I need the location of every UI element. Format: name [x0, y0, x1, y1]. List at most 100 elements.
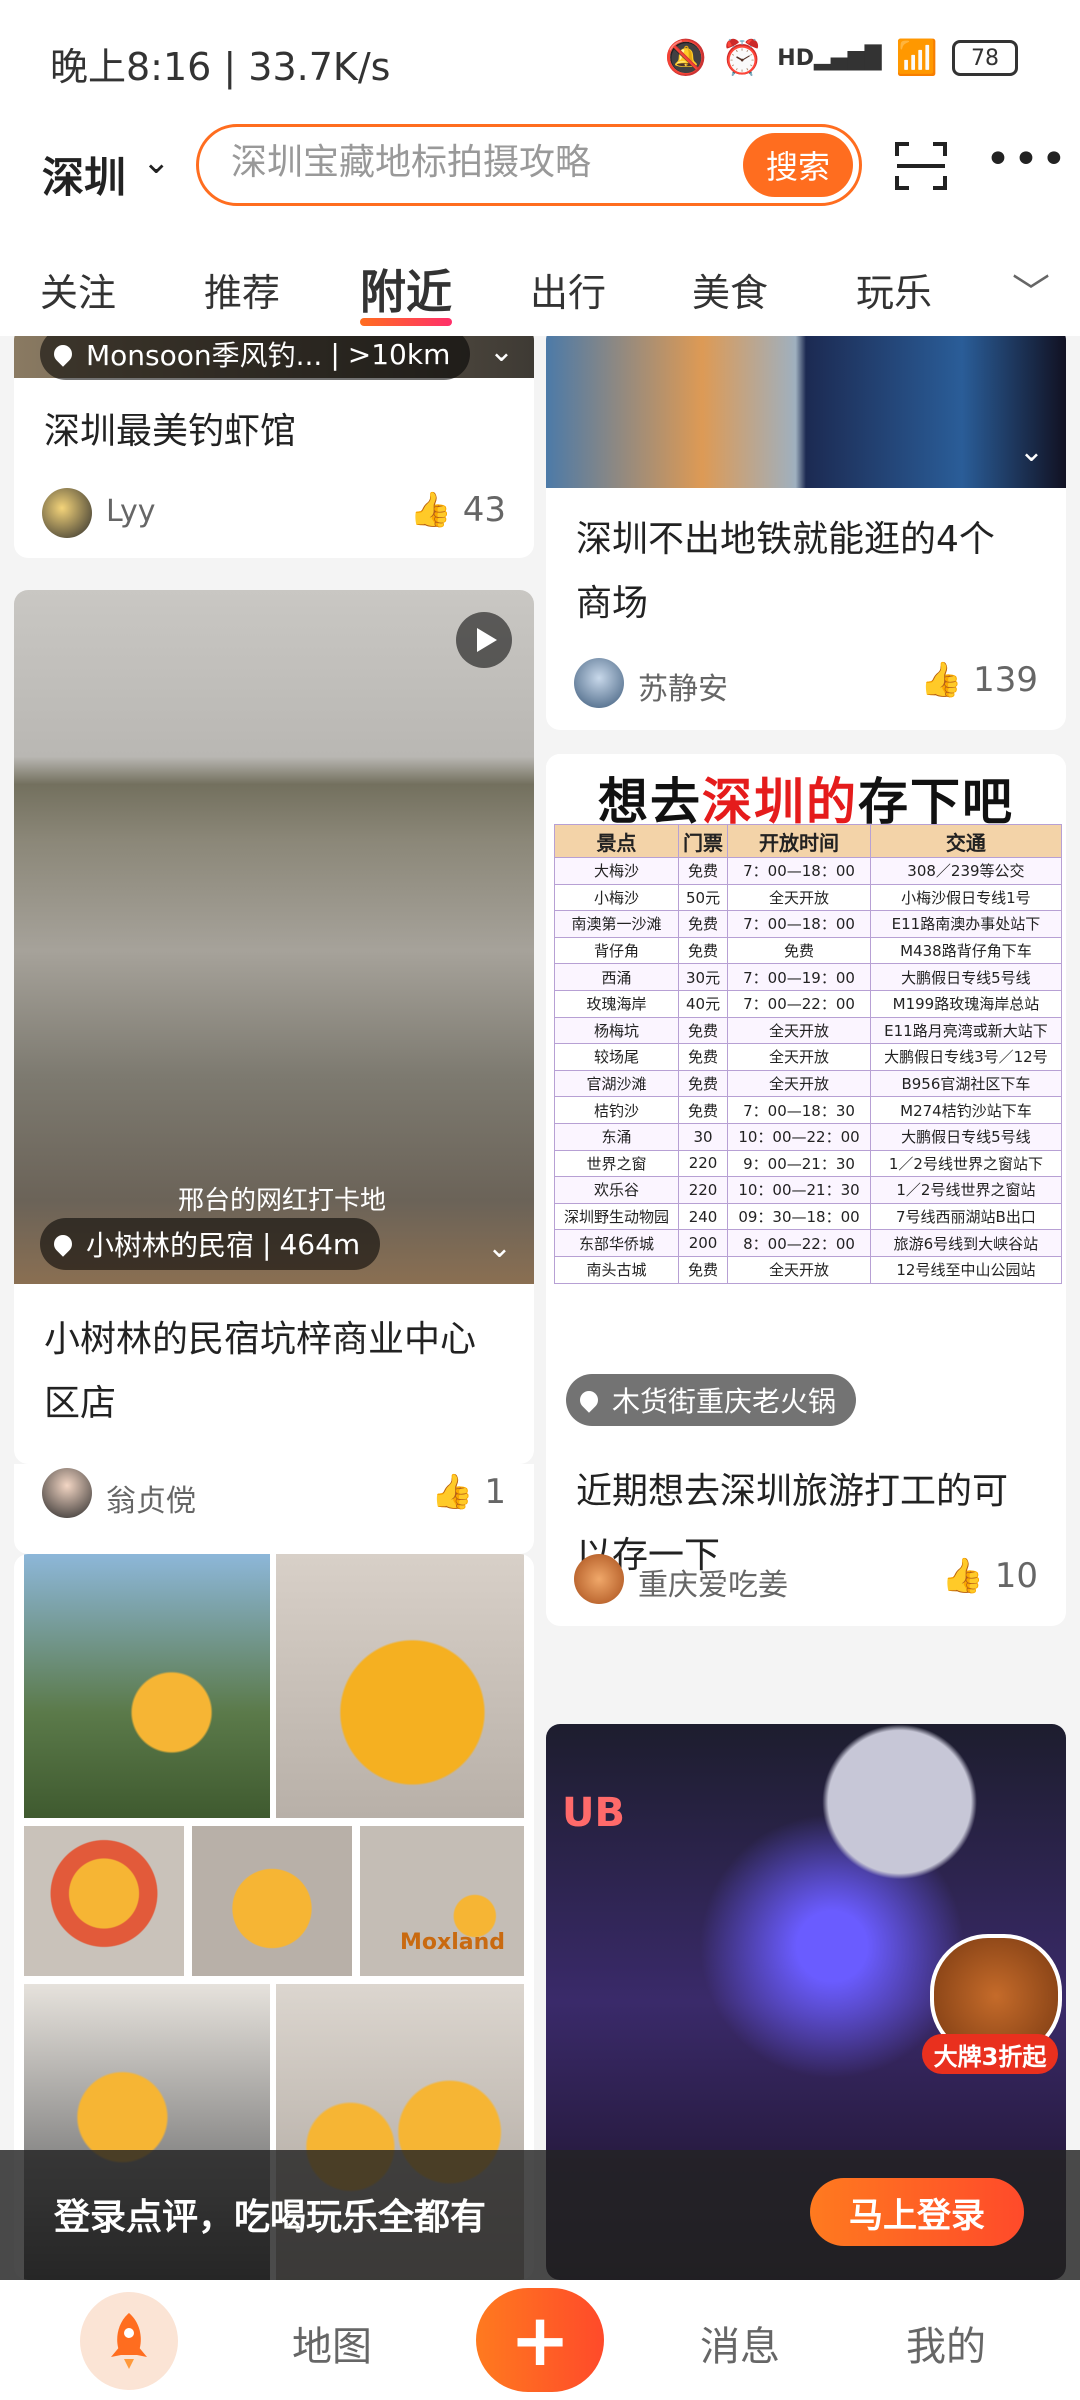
search-input[interactable]: 深圳宝藏地标拍摄攻略 — [231, 133, 591, 185]
plus-icon: + — [509, 2298, 571, 2382]
poster-table-cell: 小梅沙假日专线1号 — [869, 883, 1063, 912]
location-distance: >10km — [347, 337, 451, 371]
poster-table-cell: 小梅沙 — [554, 883, 679, 912]
thumbs-up-icon: 👍 — [919, 660, 963, 700]
poster-table-row: 较场尾 免费 全天开放 大鹏假日专线3号／12号 — [554, 1043, 1063, 1071]
poster-table-cell: 西涌 — [554, 963, 679, 991]
nav-map[interactable]: 地图 — [292, 2314, 372, 2372]
feed-card[interactable]: Monsoon季风钓... | >10km ⌄ 深圳最美钓虾馆 Lyy 👍 43 — [14, 336, 534, 558]
chevron-down-icon[interactable]: ⌄ — [142, 142, 171, 182]
poster-table-cell: 全天开放 — [727, 1255, 871, 1284]
location-tag: Monsoon季风钓... | >10km — [40, 336, 471, 380]
nav-mine[interactable]: 我的 — [906, 2314, 986, 2372]
poster-table-cell: 免费 — [677, 1096, 729, 1124]
username[interactable]: Lyy — [106, 494, 155, 529]
poster-table-cell: 欢乐谷 — [554, 1176, 679, 1204]
poster-table-cell: 旅游6号线到大峡谷站 — [869, 1229, 1063, 1257]
card-title: 深圳最美钓虾馆 — [44, 411, 297, 452]
poster-table-cell: M274桔钓沙站下车 — [869, 1096, 1063, 1124]
poster-table-cell: 7号线西丽湖站B出口 — [869, 1202, 1063, 1231]
chevron-down-icon[interactable]: ﹀ — [1012, 262, 1050, 317]
alarm-icon: ⏰ — [720, 38, 764, 78]
login-button[interactable]: 马上登录 — [810, 2178, 1024, 2246]
city-selector[interactable]: 深圳 — [42, 144, 126, 205]
mall-sign: Moxland — [400, 1930, 505, 1955]
poster-table-cell: 200 — [677, 1229, 729, 1257]
poster-table-cell: 30元 — [677, 963, 729, 991]
tab-travel[interactable]: 出行 — [530, 262, 606, 317]
poster-table-cell: 免费 — [677, 1069, 729, 1098]
tab-fun[interactable]: 玩乐 — [856, 262, 932, 317]
feed-card[interactable]: 邢台的网红打卡地 小树林的民宿 | 464m ⌄ 小树林的民宿坑梓商业中心 区店 — [14, 590, 534, 1464]
chevron-down-icon[interactable]: ⌄ — [489, 336, 514, 369]
poster-table: 景点 门票 开放时间 交通 大梅沙 免费 7：00—18：00 308／239等公交 小梅沙 5… — [554, 824, 1063, 1284]
tab-follow[interactable]: 关注 — [40, 262, 116, 317]
scan-icon[interactable] — [895, 140, 947, 192]
like-count[interactable]: 👍 139 — [920, 660, 1038, 700]
category-tabs: 关注 推荐 附近 出行 美食 玩乐 ﹀ — [0, 240, 1080, 336]
tab-recommend[interactable]: 推荐 — [204, 262, 280, 317]
poster-table-row: 南澳第一沙滩 免费 7：00—18：00 E11路南澳办事处站下 — [554, 910, 1063, 938]
signal-label: HD — [777, 45, 814, 71]
poster-table-cell: 220 — [677, 1176, 729, 1204]
top-bar: 晚上8:16 | 33.7K/s 🔕 ⏰ HD▂▄▆█ 📶 78 深圳 ⌄ 深圳… — [0, 0, 1080, 336]
poster-table-cell: 东部华侨城 — [554, 1229, 679, 1257]
like-count[interactable]: 👍 43 — [410, 490, 506, 530]
search-box[interactable]: 深圳宝藏地标拍摄攻略 搜索 — [196, 124, 862, 206]
poster-table-cell: 全天开放 — [727, 1016, 871, 1045]
username[interactable]: 翁贞傥 — [106, 1476, 196, 1520]
more-icon[interactable]: ••• — [985, 134, 1069, 185]
username[interactable]: 苏静安 — [638, 664, 728, 708]
location-tag[interactable]: 木货街重庆老火锅 — [566, 1374, 857, 1426]
location-pin-icon — [576, 1387, 602, 1413]
poster-table-cell: 大梅沙 — [554, 857, 679, 885]
video-play-icon[interactable] — [456, 612, 512, 668]
search-button[interactable]: 搜索 — [743, 133, 853, 197]
chevron-down-icon[interactable]: ⌄ — [487, 1230, 512, 1265]
avatar[interactable] — [42, 1468, 92, 1518]
promo-badge[interactable]: 大牌3折起 — [922, 2034, 1058, 2074]
thumbs-up-icon: 👍 — [431, 1472, 474, 1512]
poster-table-row: 深圳野生动物园 240 09：30—18：00 7号线西丽湖站B出口 — [554, 1202, 1063, 1231]
poster-table-cell: 免费 — [677, 910, 729, 938]
poster-table-cell: 09：30—18：00 — [727, 1202, 871, 1231]
poster-table-cell: 大鹏假日专线3号／12号 — [869, 1043, 1063, 1071]
poster-table-cell: 较场尾 — [554, 1043, 679, 1071]
card-title: 小树林的民宿坑梓商业中心 区店 — [44, 1319, 477, 1424]
poster-table-cell: 8：00—22：00 — [727, 1229, 871, 1257]
nav-home[interactable] — [80, 2292, 178, 2390]
nav-messages[interactable]: 消息 — [700, 2314, 780, 2372]
poster-table-cell: 大鹏假日专线5号线 — [869, 1122, 1063, 1151]
chevron-down-icon[interactable]: ⌄ — [1019, 434, 1044, 469]
feed-card[interactable]: 想去深圳的存下吧 景点 门票 开放时间 交通 大梅沙 免费 7：00—18：00 308／2… — [546, 754, 1066, 1626]
poster-table-cell: 308／239等公交 — [869, 857, 1063, 885]
tab-food[interactable]: 美食 — [692, 262, 768, 317]
poster-table-cell: 免费 — [677, 936, 729, 965]
location-name: Monsoon季风钓... — [86, 339, 323, 372]
avatar[interactable] — [574, 1554, 624, 1604]
poster-table-cell: 免费 — [677, 857, 729, 885]
poster-table-header: 门票 — [677, 824, 729, 858]
avatar[interactable] — [42, 488, 92, 538]
poster-table-cell: 7：00—18：30 — [727, 1096, 871, 1124]
image-caption: 邢台的网红打卡地 — [178, 1186, 387, 1216]
feed-card[interactable]: ⌄ 深圳不出地铁就能逛的4个 商场 苏静安 👍 139 — [546, 336, 1066, 730]
location-name: 小树林的民宿 — [86, 1229, 255, 1262]
poster-table-cell: 240 — [677, 1202, 729, 1231]
avatar[interactable] — [574, 658, 624, 708]
collage-image: Moxland — [360, 1826, 524, 1976]
poster-table-row: 杨梅坑 免费 全天开放 E11路月亮湾或新大站下 — [554, 1016, 1063, 1045]
poster-table-row: 小梅沙 50元 全天开放 小梅沙假日专线1号 — [554, 883, 1063, 912]
status-bar: 晚上8:16 | 33.7K/s 🔕 ⏰ HD▂▄▆█ 📶 78 — [0, 0, 1080, 120]
like-count[interactable]: 👍 1 — [431, 1472, 506, 1512]
tab-nearby[interactable]: 附近 — [360, 256, 452, 322]
poster-table-cell: 全天开放 — [727, 1069, 871, 1098]
poster-table-cell: 玫瑰海岸 — [554, 989, 679, 1018]
location-pin-icon — [50, 341, 76, 367]
like-count[interactable]: 👍 10 — [942, 1556, 1038, 1596]
username[interactable]: 重庆爱吃姜 — [638, 1560, 788, 1604]
publish-button[interactable]: + — [476, 2288, 604, 2392]
location-tag[interactable]: 小树林的民宿 | 464m — [40, 1218, 381, 1270]
poster-table-cell: 世界之窗 — [554, 1149, 679, 1178]
poster-table-row: 玫瑰海岸 40元 7：00—22：00 M199路玫瑰海岸总站 — [554, 989, 1063, 1018]
